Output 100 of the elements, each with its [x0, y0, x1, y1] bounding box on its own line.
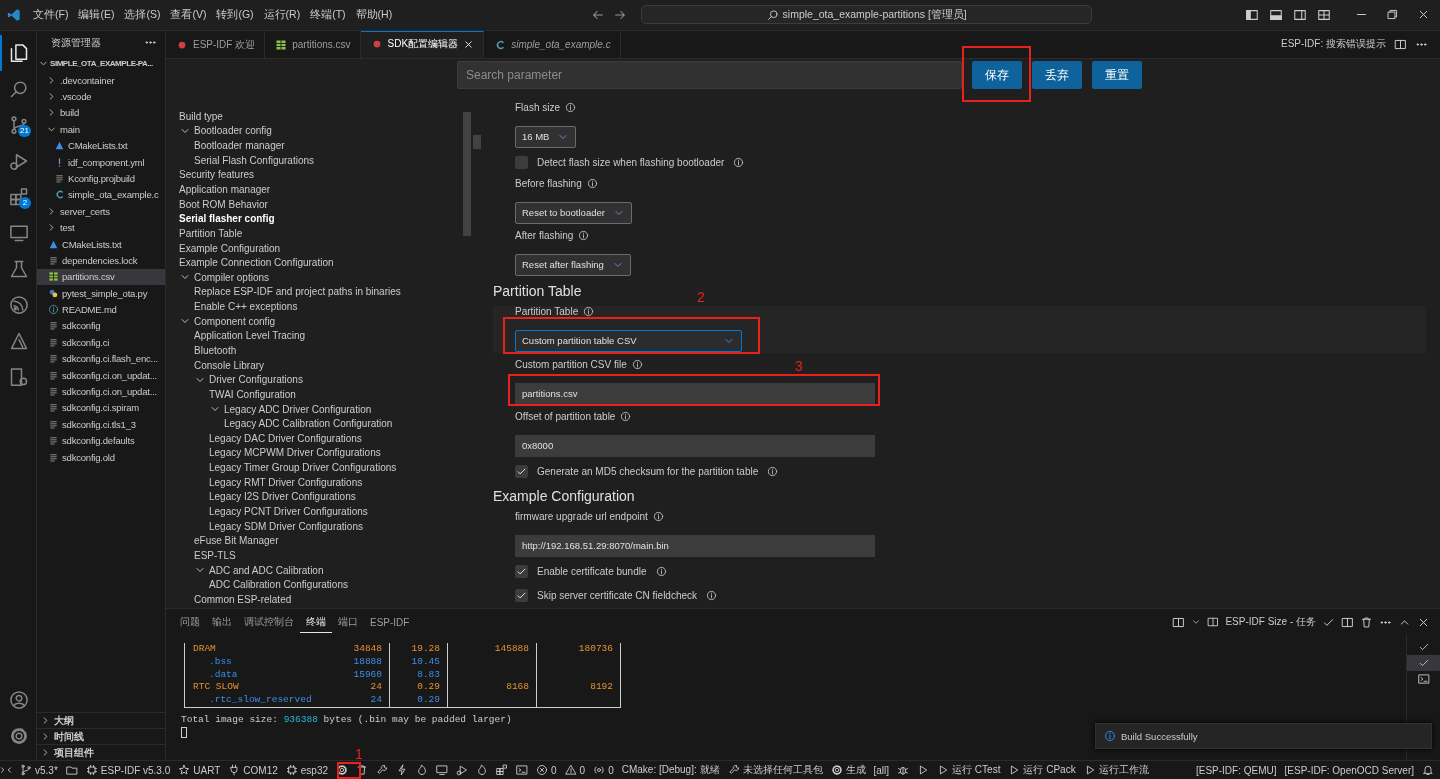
file-item[interactable]: README.md — [37, 301, 165, 318]
text-field[interactable]: 0x8000 — [515, 434, 875, 457]
tree-item[interactable]: Legacy DAC Driver Configurations — [179, 431, 462, 446]
tree-item[interactable]: Security features — [179, 167, 462, 183]
tree-item[interactable]: Legacy ADC Driver Configuration — [179, 401, 462, 417]
tree-item[interactable]: Example Connection Configuration — [179, 255, 462, 270]
run-debug-icon[interactable] — [456, 764, 468, 776]
tree-item[interactable]: Serial flasher config — [179, 211, 462, 227]
tree-item[interactable]: TWAI Configuration — [179, 387, 462, 402]
checkbox[interactable] — [515, 156, 528, 170]
file-item[interactable]: sdkconfig.ci.on_updat... — [37, 383, 165, 400]
file-item[interactable]: CMakeLists.txt — [37, 235, 165, 253]
split-editor-icon[interactable] — [1207, 616, 1220, 629]
status-item[interactable]: [ESP-IDF: OpenOCD Server] — [1284, 761, 1414, 779]
split-editor-icon[interactable] — [1341, 615, 1354, 629]
file-item[interactable]: sdkconfig.defaults — [37, 432, 165, 449]
status-label[interactable]: ESP-IDF: 搜索错误提示 — [1281, 37, 1386, 52]
task-label[interactable]: ESP-IDF Size - 任务 — [1225, 615, 1316, 630]
dropdown[interactable]: Reset to bootloader — [515, 201, 632, 224]
status-item[interactable]: COM12 — [228, 761, 278, 779]
panel-tab[interactable]: 端口 — [332, 611, 364, 634]
tree-item[interactable]: Legacy PCNT Driver Configurations — [179, 504, 462, 519]
file-item[interactable]: partitions.csv — [37, 268, 165, 285]
menu-item[interactable]: 编辑(E) — [74, 4, 119, 25]
command-center[interactable]: simple_ota_example-partitions [管理员] — [641, 5, 1093, 25]
panel-tab[interactable]: ESP-IDF — [364, 612, 416, 632]
file-item[interactable]: pytest_simple_ota.py — [37, 285, 165, 302]
panel-tab[interactable]: 输出 — [206, 611, 238, 634]
menu-item[interactable]: 帮助(H) — [351, 4, 397, 25]
activity-tab[interactable]: 21 — [0, 106, 36, 143]
close-icon[interactable] — [463, 38, 475, 50]
status-item[interactable]: [all] — [873, 761, 890, 779]
text-field[interactable]: partitions.csv — [515, 382, 875, 405]
dropdown[interactable]: Reset after flashing — [515, 253, 631, 276]
editor-tab[interactable]: SDK配置编辑器 — [360, 30, 485, 58]
split-editor-icon[interactable] — [1172, 615, 1186, 629]
lightning-icon[interactable] — [396, 764, 408, 776]
tree-item[interactable]: Legacy SDM Driver Configurations — [179, 518, 462, 534]
status-item[interactable]: [ESP-IDF: QEMU] — [1195, 761, 1277, 779]
tree-item[interactable]: Example Configuration — [179, 240, 462, 256]
editor-tab[interactable]: ESP-IDF 欢迎 — [166, 30, 266, 58]
restore-icon[interactable] — [1386, 8, 1399, 22]
editor-tab[interactable]: partitions.csv — [265, 30, 361, 58]
tree-item[interactable]: Serial Flash Configurations — [179, 152, 462, 168]
folder-item[interactable]: .devcontainer — [37, 71, 165, 89]
file-item[interactable]: sdkconfig.ci.on_updat... — [37, 366, 165, 384]
activity-tab[interactable]: 2 — [0, 178, 36, 215]
status-item[interactable]: ESP-IDF v5.3.0 — [85, 761, 171, 779]
file-item[interactable]: Kconfig.projbuild — [37, 170, 165, 187]
tree-item[interactable]: Legacy I2S Driver Configurations — [179, 489, 462, 505]
status-item[interactable]: 未选择任何工具包 — [727, 761, 823, 779]
layout-icon[interactable] — [1317, 7, 1331, 22]
tree-item[interactable]: ADC and ADC Calibration — [179, 562, 462, 578]
dropdown[interactable]: Custom partition table CSV — [515, 329, 742, 352]
tree-item[interactable]: Common ESP-related — [179, 592, 462, 607]
folder-item[interactable]: main — [37, 121, 165, 138]
tree-item[interactable]: ESP-TLS — [179, 548, 462, 563]
tree-item[interactable]: Component config — [179, 313, 462, 329]
flame-icon[interactable] — [476, 764, 488, 776]
section-header[interactable]: 时间线 — [37, 728, 165, 745]
monitor-icon[interactable] — [436, 764, 448, 776]
folder-item[interactable]: .vscode — [37, 88, 165, 105]
tree-item[interactable]: Legacy ADC Calibration Configuration — [179, 416, 462, 431]
flame-icon[interactable] — [416, 764, 428, 776]
file-item[interactable]: CMakeLists.txt — [37, 137, 165, 154]
panel-tab[interactable]: 终端 — [300, 611, 332, 634]
folder-icon[interactable] — [65, 764, 78, 776]
tree-item[interactable]: ADC Calibration Configurations — [179, 577, 462, 593]
folder-item[interactable]: server_certs — [37, 203, 165, 220]
folder-item[interactable]: SIMPLE_OTA_EXAMPLE-PA... — [37, 54, 165, 72]
tree-item[interactable]: Driver Configurations — [179, 372, 462, 388]
tree-item[interactable]: Replace ESP-IDF and project paths in binaries — [179, 284, 462, 300]
status-item[interactable]: 运行工作流 — [1083, 761, 1149, 779]
trash-icon[interactable] — [1360, 615, 1373, 629]
scrollbar-thumb[interactable] — [473, 134, 481, 149]
tree-item[interactable]: Console Library — [179, 357, 462, 373]
tree-item[interactable]: Legacy MCPWM Driver Configurations — [179, 445, 462, 461]
panel-tab[interactable]: 调试控制台 — [238, 611, 300, 634]
editor-tab[interactable]: simple_ota_example.c — [484, 30, 621, 58]
layout-icon[interactable] — [1293, 7, 1307, 22]
menu-item[interactable]: 文件(F) — [29, 4, 73, 25]
settings-icon[interactable] — [336, 764, 348, 776]
checkbox[interactable] — [515, 465, 528, 479]
dropdown[interactable]: 16 MB — [515, 125, 577, 148]
tree-item[interactable]: Build type — [179, 108, 462, 124]
status-item[interactable]: esp32 — [285, 761, 328, 779]
tree-item[interactable]: Bootloader manager — [179, 138, 462, 153]
status-item[interactable]: 0 — [564, 761, 586, 779]
tree-item[interactable]: Application manager — [179, 182, 462, 197]
file-item[interactable]: idf_component.yml — [37, 153, 165, 171]
menu-item[interactable]: 终端(T) — [306, 4, 350, 25]
status-item[interactable]: 生成 — [830, 761, 866, 779]
tree-item[interactable]: Application Level Tracing — [179, 328, 462, 344]
trash-icon[interactable] — [356, 764, 368, 776]
folder-item[interactable]: build — [37, 104, 165, 122]
layout-icon[interactable] — [1245, 7, 1259, 22]
tree-item[interactable]: Bluetooth — [179, 343, 462, 358]
extensions-icon[interactable] — [496, 764, 508, 776]
menu-item[interactable]: 转到(G) — [212, 4, 258, 25]
wrench-icon[interactable] — [376, 764, 388, 776]
